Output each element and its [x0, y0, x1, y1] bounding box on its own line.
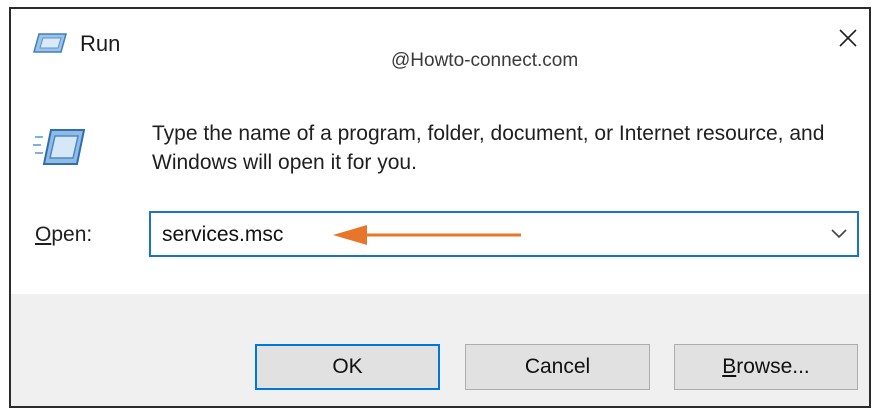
dropdown-button[interactable]: [829, 224, 849, 244]
open-label-access-key: O: [35, 223, 52, 246]
close-icon: [839, 29, 857, 47]
title-bar: Run @Howto-connect.com: [11, 9, 869, 71]
run-dialog: Run @Howto-connect.com Type the name of …: [9, 7, 871, 408]
ok-button[interactable]: OK: [255, 344, 440, 390]
browse-label-rest: rowse...: [736, 355, 810, 378]
cancel-button[interactable]: Cancel: [465, 344, 650, 390]
browse-access-key: B: [722, 355, 737, 378]
watermark: @Howto-connect.com: [391, 50, 579, 71]
open-label-rest: pen:: [51, 223, 93, 246]
run-icon: [33, 33, 67, 53]
button-bar: OK Cancel Browse...: [11, 294, 869, 406]
chevron-down-icon: [831, 229, 847, 239]
open-label: Open:: [35, 223, 92, 247]
open-input[interactable]: services.msc: [162, 223, 283, 247]
close-button[interactable]: [833, 23, 863, 53]
browse-button[interactable]: Browse...: [674, 344, 858, 390]
run-large-icon: [33, 129, 85, 165]
window-title: Run: [80, 31, 121, 56]
arrow-left-annotation: [333, 225, 521, 245]
description-text: Type the name of a program, folder, docu…: [152, 122, 825, 174]
